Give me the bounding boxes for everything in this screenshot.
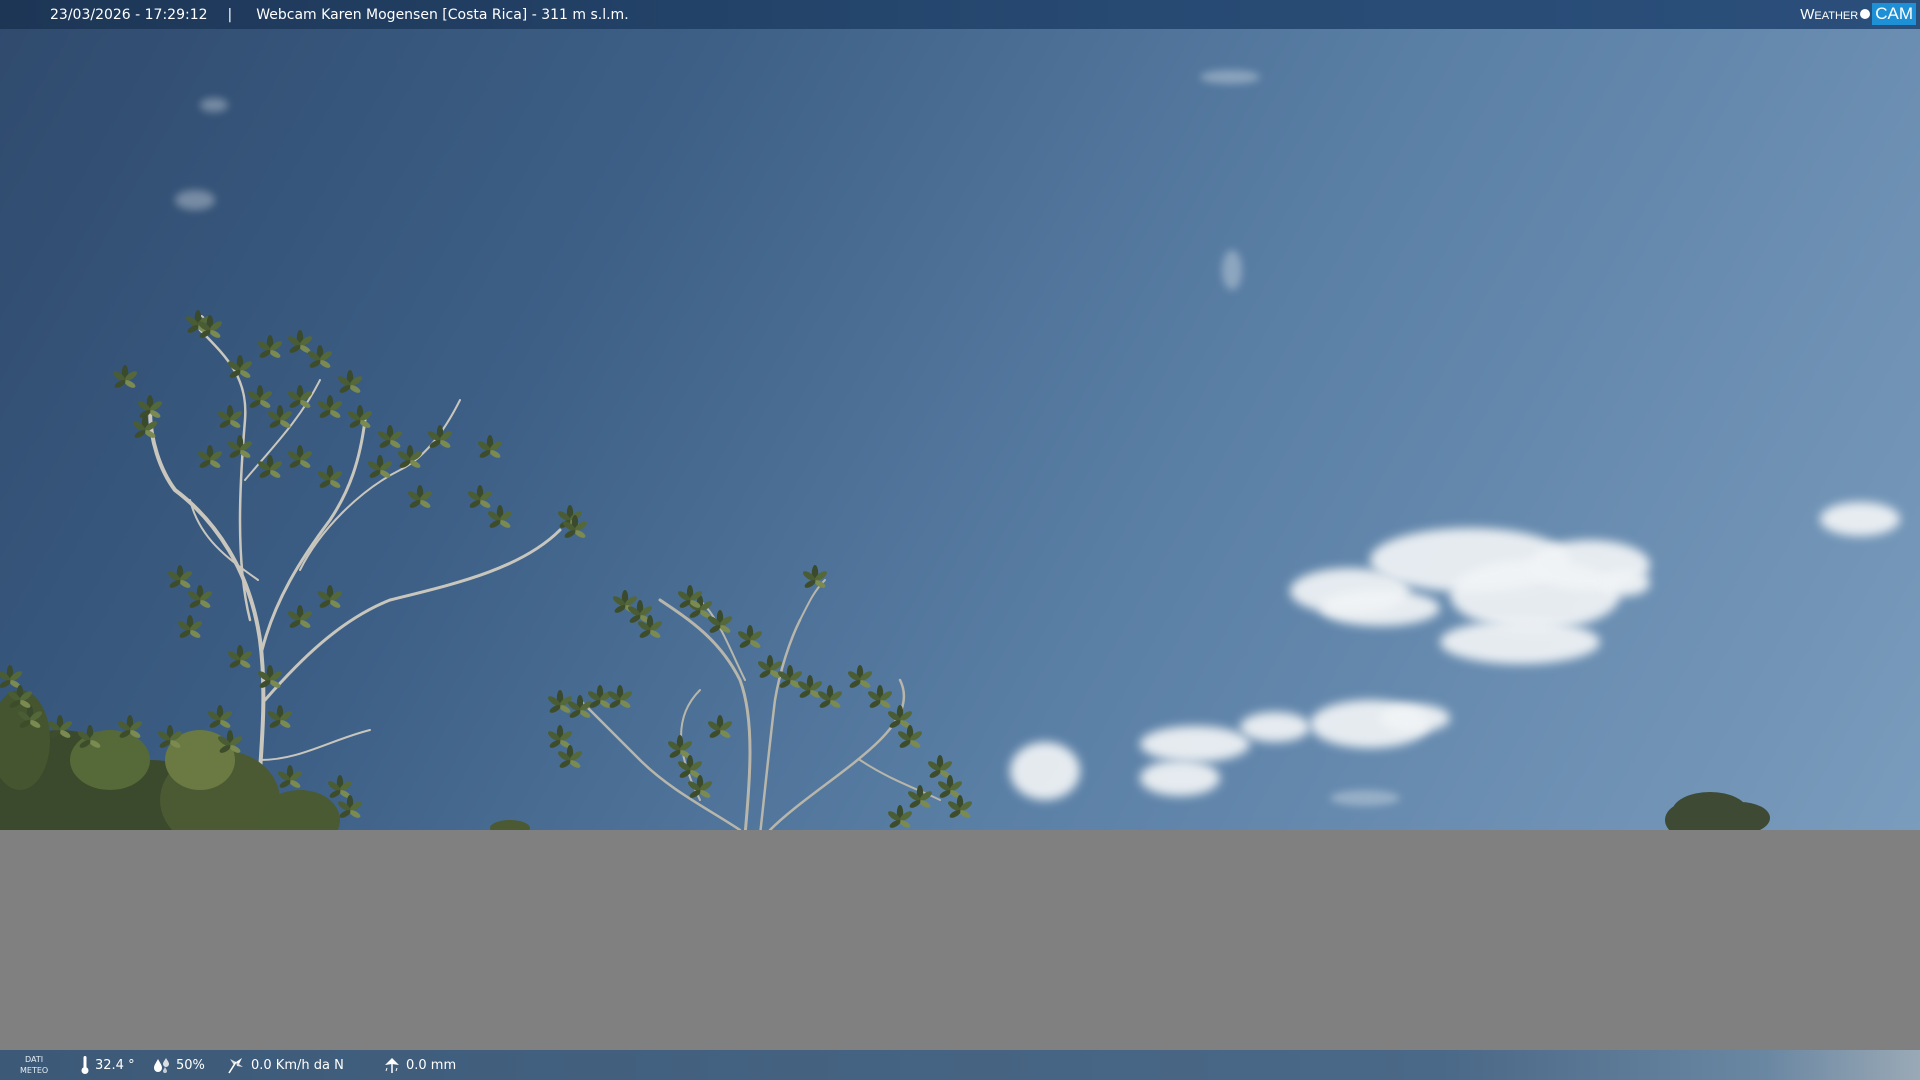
rain-item: 0.0 mm	[383, 1050, 456, 1080]
masked-area-left	[0, 846, 336, 856]
webcam-title: Webcam Karen Mogensen [Costa Rica] - 311…	[256, 6, 629, 23]
rain-gauge-icon	[383, 1056, 401, 1074]
thermometer-icon	[80, 1055, 90, 1075]
temperature-value: 32.4 °	[95, 1057, 135, 1073]
meteo-label: METEO	[20, 1066, 49, 1075]
trees	[0, 310, 1770, 860]
wind-value: 0.0 Km/h da N	[251, 1057, 344, 1073]
wind-icon	[226, 1056, 246, 1074]
humidity-icon	[153, 1057, 171, 1073]
weather-data-bar: DATI METEO 32.4 ° 50% 0.0 Km/h da N 0.0 …	[0, 1050, 1920, 1080]
webcam-image	[0, 0, 1920, 1080]
humidity-value: 50%	[176, 1057, 205, 1073]
temperature-item: 32.4 °	[80, 1050, 135, 1080]
separator: |	[227, 6, 233, 23]
dati-label: DATI	[25, 1055, 44, 1064]
masked-area	[0, 830, 1920, 1050]
humidity-item: 50%	[153, 1050, 205, 1080]
logo-weather-text: Weather	[1800, 5, 1859, 23]
logo-dot-icon	[1860, 9, 1871, 19]
datetime-label: 23/03/2026 - 17:29:12	[50, 6, 208, 23]
logo-cam-text: CAM	[1872, 3, 1916, 25]
wind-item: 0.0 Km/h da N	[226, 1050, 344, 1080]
top-info-bar: 23/03/2026 - 17:29:12 | Webcam Karen Mog…	[0, 0, 1920, 29]
weathercam-logo: Weather CAM	[1800, 2, 1916, 26]
dati-meteo-label: DATI METEO	[20, 1054, 48, 1076]
rain-value: 0.0 mm	[406, 1057, 457, 1073]
